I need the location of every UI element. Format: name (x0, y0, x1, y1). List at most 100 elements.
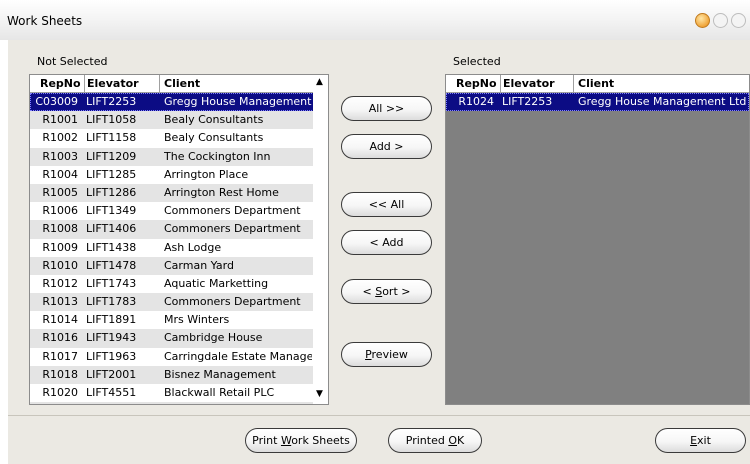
list-row[interactable]: R1002 LIFT1158 Bealy Consultants (30, 129, 328, 147)
cell-client: Commoners Department (164, 295, 301, 309)
cell-elevator: LIFT1783 (86, 295, 137, 309)
column-header-elevator[interactable]: Elevator (503, 77, 555, 90)
sort-button[interactable]: < Sort > (341, 279, 432, 304)
cell-client: Arrington Place (164, 167, 249, 181)
cell-repno: R1002 (42, 131, 78, 145)
cell-elevator: LIFT1209 (86, 149, 137, 163)
exit-button[interactable]: Exit (655, 428, 746, 453)
cell-repno: R1005 (42, 185, 78, 199)
list-row[interactable]: R1014 LIFT1891 Mrs Winters (30, 311, 328, 329)
not-selected-label: Not Selected (37, 55, 108, 68)
vertical-scrollbar[interactable]: ▲ ▼ (313, 75, 328, 404)
list-row[interactable]: R1001 LIFT1058 Bealy Consultants (30, 111, 328, 130)
cell-repno: R1018 (42, 367, 78, 381)
list-row[interactable]: C03009 LIFT2253 Gregg House Management (30, 93, 328, 112)
cell-repno: R1022 (32, 404, 78, 405)
list-row[interactable]: R1009 LIFT1438 Ash Lodge (30, 239, 328, 257)
cell-client: Blackwall Retail PLC (164, 386, 275, 399)
list-header: RepNo Elevator Client (30, 75, 328, 93)
list-row[interactable]: R1024 LIFT2253 Gregg House Management Ltd (446, 93, 749, 112)
cell-elevator: LIFT1891 (86, 313, 137, 327)
exit-label-post: xit (697, 434, 711, 447)
cell-client: Gregg House Management Ltd (578, 95, 747, 108)
list-row[interactable]: R1020 LIFT4551 Blackwall Retail PLC (30, 384, 328, 402)
cell-elevator: LIFT1963 (86, 349, 137, 363)
cell-elevator: LIFT2253 (86, 404, 156, 405)
print-work-sheets-button[interactable]: Print Work Sheets (245, 428, 357, 453)
cell-elevator: LIFT1438 (86, 240, 137, 254)
maximize-button[interactable] (713, 13, 728, 28)
cell-repno: R1012 (42, 276, 78, 290)
remove-all-button[interactable]: << All (341, 192, 432, 217)
cell-repno: R1013 (42, 295, 78, 309)
list-row[interactable]: R1012 LIFT1743 Aquatic Marketting (30, 275, 328, 293)
cell-elevator: LIFT1286 (86, 185, 137, 199)
sort-label-pre: < (362, 285, 376, 298)
cell-elevator: LIFT1058 (86, 113, 137, 127)
cell-client: Gregg House Management (164, 404, 312, 405)
cell-repno: R1003 (42, 149, 78, 163)
cell-elevator: LIFT1406 (86, 222, 137, 236)
list-row[interactable]: R1022 LIFT2253 Gregg House Management (30, 402, 328, 405)
exit-label-accel: E (690, 434, 698, 447)
cell-client: Ash Lodge (164, 240, 222, 254)
cell-elevator: LIFT1478 (86, 258, 137, 272)
cell-elevator: LIFT1943 (86, 331, 137, 345)
cell-repno: R1016 (42, 331, 78, 345)
title-bar: Work Sheets (0, 0, 750, 40)
column-header-repno[interactable]: RepNo (40, 77, 81, 90)
cell-elevator: LIFT2253 (502, 95, 553, 108)
minimize-button[interactable] (695, 13, 710, 28)
scroll-down-icon[interactable]: ▼ (316, 389, 323, 399)
cell-repno: R1017 (42, 349, 78, 363)
cell-repno: R1024 (458, 95, 494, 108)
list-row[interactable]: R1018 LIFT2001 Bisnez Management (30, 365, 328, 384)
printed-label-pre: Printed (405, 434, 449, 447)
preview-button[interactable]: Preview (341, 342, 432, 367)
cell-client: Bealy Consultants (164, 113, 264, 127)
cell-elevator: LIFT2253 (86, 95, 137, 108)
print-label-post: ork Sheets (291, 434, 350, 447)
remove-button[interactable]: < Add (341, 230, 432, 255)
scroll-up-icon[interactable]: ▲ (316, 77, 323, 87)
cell-client: Commoners Department (164, 222, 301, 236)
list-row[interactable]: R1010 LIFT1478 Carman Yard (30, 256, 328, 275)
close-button[interactable] (731, 13, 746, 28)
column-header-client[interactable]: Client (578, 77, 614, 90)
cell-repno: R1001 (42, 113, 78, 127)
column-header-client[interactable]: Client (164, 77, 200, 90)
add-all-button[interactable]: All >> (341, 96, 432, 121)
sort-label-post: ort > (382, 285, 411, 298)
column-header-repno[interactable]: RepNo (456, 77, 497, 90)
cell-elevator: LIFT1158 (86, 131, 137, 145)
cell-elevator: LIFT1285 (86, 167, 137, 181)
preview-label-post: review (371, 348, 408, 361)
cell-elevator: LIFT1349 (86, 204, 137, 218)
list-row[interactable]: R1016 LIFT1943 Cambridge House (30, 329, 328, 348)
printed-ok-button[interactable]: Printed OK (388, 428, 482, 453)
list-row[interactable]: R1006 LIFT1349 Commoners Department (30, 202, 328, 220)
cell-client: The Cockington Inn (164, 149, 271, 163)
cell-client: Arrington Rest Home (164, 185, 279, 199)
add-button[interactable]: Add > (341, 134, 432, 159)
list-row[interactable]: R1003 LIFT1209 The Cockington Inn (30, 147, 328, 166)
selected-list[interactable]: RepNo Elevator Client R1024 LIFT2253 Gregg… (445, 74, 750, 405)
cell-repno: R1004 (42, 167, 78, 181)
window-title: Work Sheets (7, 14, 83, 28)
footer-divider (8, 415, 750, 416)
list-row[interactable]: R1013 LIFT1783 Commoners Department (30, 293, 328, 312)
list-header: RepNo Elevator Client (446, 75, 749, 93)
column-header-elevator[interactable]: Elevator (87, 77, 139, 90)
not-selected-list[interactable]: RepNo Elevator Client C03009 LIFT2253 Greg… (29, 74, 329, 405)
list-row[interactable]: R1017 LIFT1963 Carringdale Estate Manage (30, 348, 328, 366)
list-row[interactable]: R1008 LIFT1406 Commoners Department (30, 220, 328, 239)
list-row[interactable]: R1005 LIFT1286 Arrington Rest Home (30, 183, 328, 203)
cell-elevator: LIFT1743 (86, 276, 137, 290)
list-row[interactable]: R1004 LIFT1285 Arrington Place (30, 166, 328, 184)
cell-repno: R1014 (42, 313, 78, 327)
cell-repno: R1010 (42, 258, 78, 272)
cell-client: Carman Yard (164, 258, 234, 272)
not-selected-rows: C03009 LIFT2253 Gregg House Management R100… (30, 93, 328, 405)
cell-client: Bisnez Management (164, 367, 276, 381)
selected-label: Selected (453, 55, 501, 68)
